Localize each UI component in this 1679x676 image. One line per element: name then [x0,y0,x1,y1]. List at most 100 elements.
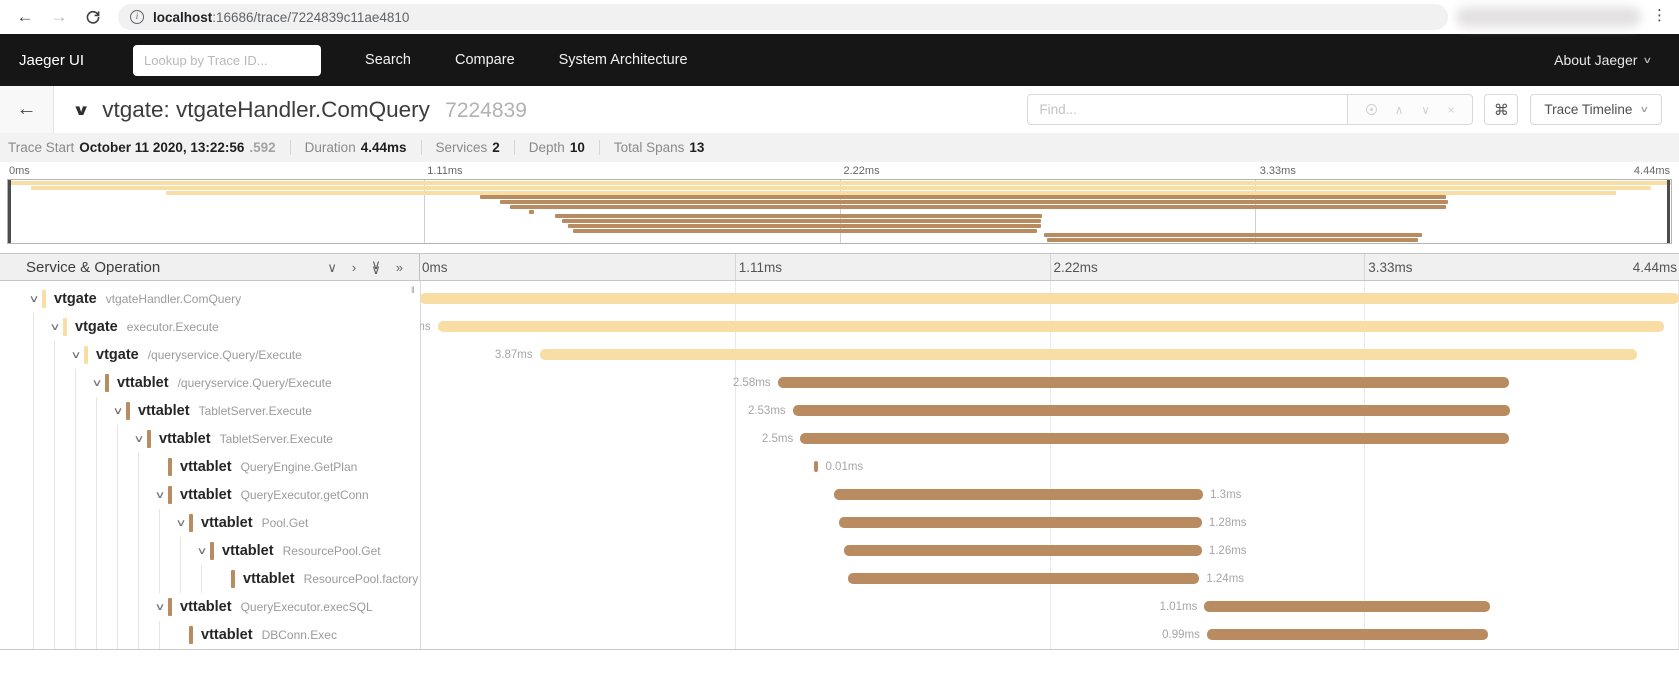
span-duration-bar[interactable] [834,489,1203,500]
tree-guide-line [117,565,118,593]
span-toggle-chevron-icon[interactable]: ∨ [148,490,172,501]
span-timeline-cell[interactable]: 2.5ms [420,425,1679,453]
tick-label: 0ms [9,165,30,177]
span-duration-bar[interactable] [1207,629,1488,640]
tree-guide-line [75,425,76,453]
span-toggle-chevron-icon[interactable]: ∨ [64,350,88,361]
span-name-cell[interactable]: ∨vttabletResourcePool.Get [0,537,420,565]
span-timeline-cell[interactable]: 0.99ms [420,621,1679,649]
focus-span-icon[interactable] [1366,104,1377,115]
span-toggle-chevron-icon[interactable]: ∨ [43,322,67,333]
span-timeline-cell[interactable]: 1.24ms [420,565,1679,593]
minimap-span-bar [573,229,1037,233]
span-timeline-cell[interactable]: 1.28ms [420,509,1679,537]
site-info-icon[interactable]: i [130,10,144,24]
span-toggle-chevron-icon[interactable]: ∨ [22,294,46,305]
jaeger-ui-brand[interactable]: Jaeger UI [19,52,84,69]
span-duration-bar[interactable] [778,377,1509,388]
span-row: vttabletQueryEngine.GetPlan0.01ms [0,453,1679,481]
tree-guide-line [138,565,139,593]
span-row: ∨vtgatevtgateHandler.ComQuery [0,285,1679,313]
span-name-cell[interactable]: vttabletQueryEngine.GetPlan [0,453,420,481]
grid-line [1050,254,1051,280]
span-timeline-cell[interactable]: 1.3ms [420,481,1679,509]
span-timeline-cell[interactable] [420,285,1679,313]
trace-lookup-input[interactable] [133,45,321,76]
tree-guide-line [54,369,55,397]
span-toggle-chevron-icon[interactable]: ∨ [148,602,172,613]
minimap-left-handle[interactable] [8,180,11,243]
clear-find-icon[interactable]: × [1448,103,1455,117]
span-timeline-cell[interactable]: 1.26ms [420,537,1679,565]
tick-label: 4.44ms [1633,260,1677,275]
operation-name: ResourcePool.Get [283,544,381,558]
span-toggle-chevron-icon[interactable]: ∨ [190,546,214,557]
browser-reload-icon[interactable] [80,4,106,30]
span-duration-bar[interactable] [848,573,1199,584]
find-prev-icon[interactable]: ∧ [1395,103,1404,117]
collapse-all-icon[interactable]: ∨∨ [371,260,381,274]
span-duration-bar[interactable] [793,405,1511,416]
tree-guide-line [180,537,181,565]
nav-item-search[interactable]: Search [365,52,411,68]
browser-menu-icon[interactable]: ⋮ [1652,6,1667,24]
span-name-cell[interactable]: ∨vttabletQueryExecutor.execSQL [0,593,420,621]
span-toggle-chevron-icon[interactable]: ∨ [85,378,109,389]
tick-label: 3.33ms [1260,165,1296,177]
span-timeline-cell[interactable]: 3.87ms [420,341,1679,369]
meta-label: Trace Start [8,140,74,155]
minimap-right-handle[interactable] [1667,180,1670,243]
tree-guide-line [117,425,118,453]
about-jaeger-menu[interactable]: About Jaeger ∨ [1554,52,1651,68]
span-name-cell[interactable]: ∨vttabletQueryExecutor.getConn [0,481,420,509]
span-name-cell[interactable]: ∨vtgate/queryservice.Query/Execute [0,341,420,369]
span-timeline-cell[interactable]: ms [420,313,1679,341]
span-duration-bar[interactable] [844,545,1202,556]
tick-label: 0ms [422,260,448,275]
find-input[interactable] [1027,94,1348,125]
span-duration-bar[interactable] [438,321,1664,332]
tree-guide-line [33,341,34,369]
span-duration-bar[interactable] [540,349,1638,360]
span-toggle-chevron-icon[interactable]: ∨ [127,434,151,445]
browser-back-icon[interactable]: ← [12,4,38,30]
expand-one-icon[interactable]: › [352,263,356,272]
span-name-cell[interactable]: ∨vtgateexecutor.Execute [0,313,420,341]
minimap-span-bar [568,224,1040,228]
span-timeline-cell[interactable]: 0.01ms [420,453,1679,481]
span-toggle-chevron-icon[interactable]: ∨ [169,518,193,529]
trace-minimap[interactable] [7,179,1672,244]
nav-item-system-architecture[interactable]: System Architecture [559,52,688,68]
nav-item-compare[interactable]: Compare [455,52,515,68]
address-bar[interactable]: i localhost:16686/trace/7224839c11ae4810 [118,4,1448,30]
span-row: ∨vtgateexecutor.Executems [0,313,1679,341]
span-name-cell[interactable]: vttabletDBConn.Exec [0,621,420,649]
span-toggle-chevron-icon[interactable]: ∨ [106,406,130,417]
span-timeline-cell[interactable]: 2.58ms [420,369,1679,397]
collapse-one-icon[interactable]: ∨ [327,263,337,272]
tree-guide-line [159,565,160,593]
find-next-icon[interactable]: ∨ [1421,103,1430,117]
span-name-cell[interactable]: ∨vttablet/queryservice.Query/Execute [0,369,420,397]
span-duration-bar[interactable] [814,461,818,472]
span-timeline-cell[interactable]: 2.53ms [420,397,1679,425]
span-duration-bar[interactable] [1204,601,1490,612]
span-name-cell[interactable]: ∨vttabletPool.Get [0,509,420,537]
trace-view-selector[interactable]: Trace Timeline ∨ [1530,94,1662,125]
span-name-cell[interactable]: ∨vttabletTabletServer.Execute [0,425,420,453]
span-name-cell[interactable]: vttabletResourcePool.factory [0,565,420,593]
span-name-cell[interactable]: ∨vtgatevtgateHandler.ComQuery [0,285,420,313]
expand-all-icon[interactable]: » [396,263,403,272]
tree-guide-line [75,621,76,649]
span-duration-bar[interactable] [420,293,1679,304]
meta-value: October 11 2020, 13:22:56 [79,140,244,155]
span-name-cell[interactable]: ∨vttabletTabletServer.Execute [0,397,420,425]
tree-guide-line [54,593,55,621]
collapse-header-chevron-icon[interactable]: ∨ [72,101,90,119]
keyboard-shortcuts-button[interactable]: ⌘ [1484,94,1518,125]
span-duration-bar[interactable] [800,433,1509,444]
back-button[interactable]: ← [0,86,54,133]
span-duration-bar[interactable] [839,517,1202,528]
browser-forward-icon[interactable]: → [46,4,72,30]
span-timeline-cell[interactable]: 1.01ms [420,593,1679,621]
